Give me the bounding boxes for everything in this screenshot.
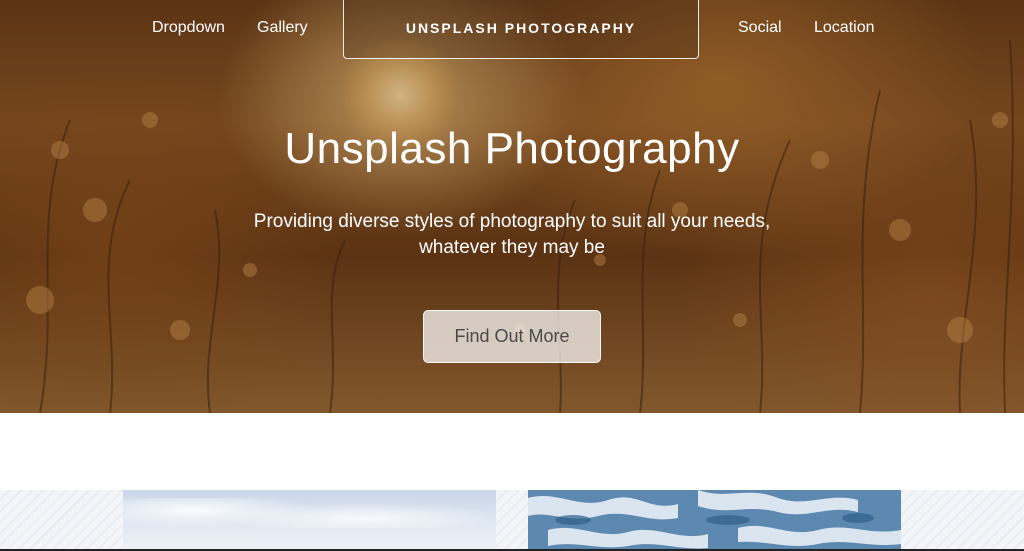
hero-title: Unsplash Photography xyxy=(284,124,740,173)
water-pattern xyxy=(528,490,901,549)
nav-social-link[interactable]: Social xyxy=(738,19,782,37)
gallery-thumbnail-sky[interactable] xyxy=(123,490,496,551)
nav-dropdown-link[interactable]: Dropdown xyxy=(152,19,225,37)
nav-location-link[interactable]: Location xyxy=(814,19,875,37)
gallery-thumbnail-water[interactable] xyxy=(528,490,901,551)
hero-subtitle-line-2: whatever they may be xyxy=(419,237,605,258)
hero-subtitle-line-1: Providing diverse styles of photography … xyxy=(253,211,771,232)
hero-subtitle: Providing diverse styles of photography … xyxy=(240,209,784,261)
find-out-more-button[interactable]: Find Out More xyxy=(423,310,601,363)
nav-gallery-link[interactable]: Gallery xyxy=(257,19,308,37)
brand-logo[interactable]: UNSPLASH PHOTOGRAPHY xyxy=(343,0,699,59)
hero-section: Dropdown Gallery UNSPLASH PHOTOGRAPHY So… xyxy=(0,0,1024,413)
